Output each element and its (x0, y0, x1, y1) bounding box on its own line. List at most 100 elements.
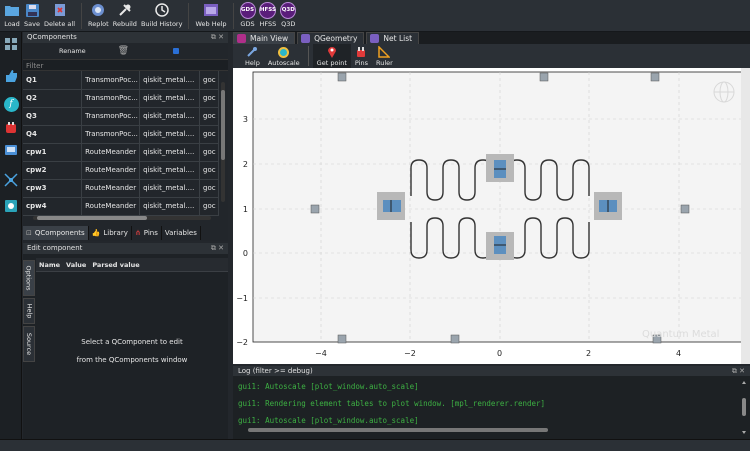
help-button[interactable]: Help (241, 44, 264, 68)
left-icon-rail: f (0, 32, 22, 439)
table-row[interactable]: cpw3 RouteMeander qiskit_metal.... goc (23, 179, 219, 198)
screenshot-icon[interactable] (3, 198, 19, 214)
cross-arrows-icon[interactable] (3, 172, 19, 188)
web-help-button[interactable]: Web Help (195, 0, 227, 32)
q3d-button[interactable]: Q3D Q3D (280, 0, 297, 32)
row-class: RouteMeander (81, 143, 141, 162)
autoscale-button[interactable]: Autoscale (264, 44, 304, 68)
table-row[interactable]: Q4 TransmonPoc... qiskit_metal.... goc (23, 125, 219, 144)
status-bar (0, 439, 750, 451)
layout-plot[interactable]: −4 −2 0 2 4 3 2 1 0 −1 −2 Quantum Metal (233, 68, 750, 364)
qubit-q1[interactable] (377, 192, 405, 220)
scrollbar-thumb[interactable] (37, 216, 147, 220)
thumbs-up-icon[interactable] (3, 68, 19, 84)
tab-source[interactable]: Source (23, 326, 35, 362)
history-icon (154, 2, 170, 18)
row-extra: goc (199, 197, 219, 216)
function-icon[interactable]: f (3, 96, 19, 112)
map-pin-icon (326, 46, 338, 58)
ruler-icon (378, 46, 391, 58)
tab-main-view[interactable]: Main View (233, 32, 296, 44)
y-tick-label: 2 (243, 160, 248, 169)
select-icon[interactable] (173, 48, 180, 54)
log-line: gui1: Autoscale [plot_window.auto_scale] (238, 382, 419, 391)
panel-float-close-icon[interactable]: ⧉ ✕ (732, 366, 745, 376)
tab-help[interactable]: Help (23, 298, 35, 324)
row-class: RouteMeander (81, 179, 141, 198)
qcomponents-toolbar: Rename 🗑 (23, 43, 228, 59)
delete-all-icon (52, 2, 68, 18)
table-horizontal-scrollbar[interactable] (33, 216, 211, 220)
pins-tab-icon: ⋔ (134, 229, 141, 237)
hfss-button[interactable]: HFSS HFSS (259, 0, 277, 32)
table-row[interactable]: cpw2 RouteMeander qiskit_metal.... goc (23, 161, 219, 180)
tab-library[interactable]: 👍 Library (89, 226, 132, 240)
scrollbar-thumb[interactable] (221, 90, 225, 160)
load-button[interactable]: Load (4, 0, 20, 32)
rebuild-button[interactable]: Rebuild (113, 0, 137, 32)
autoscale-label: Autoscale (267, 59, 300, 67)
gds-button[interactable]: GDS GDS (239, 0, 256, 32)
row-module: qiskit_metal.... (139, 143, 201, 162)
get-point-button[interactable]: Get point (312, 44, 351, 68)
rename-button[interactable]: Rename (59, 47, 86, 55)
x-tick-label: −4 (315, 349, 327, 358)
plot-toolbar: Help Autoscale Get point Pins Ruler (233, 44, 750, 68)
layers-icon[interactable] (3, 36, 19, 52)
plugin-icon[interactable] (3, 120, 19, 136)
row-module: qiskit_metal.... (139, 71, 201, 90)
qcomponents-tabbar: ⊡ QComponents 👍 Library ⋔ Pins Variables (23, 226, 228, 240)
tab-pins[interactable]: ⋔ Pins (132, 226, 162, 240)
tab-variables[interactable]: Variables (162, 226, 201, 240)
device-icon[interactable] (3, 142, 19, 158)
row-extra: goc (199, 89, 219, 108)
toolbar-separator (232, 3, 234, 29)
row-module: qiskit_metal.... (139, 107, 201, 126)
row-class: RouteMeander (81, 197, 141, 216)
x-tick-label: 4 (676, 349, 681, 358)
y-tick-label: −2 (236, 338, 248, 347)
table-row[interactable]: Q1 TransmonPoc... qiskit_metal.... goc (23, 71, 219, 90)
table-row[interactable]: Q2 TransmonPoc... qiskit_metal.... goc (23, 89, 219, 108)
panel-float-close-icon[interactable]: ⧉ ✕ (211, 243, 224, 254)
delete-all-button[interactable]: Delete all (44, 0, 75, 32)
log-vertical-scrollbar[interactable] (741, 380, 747, 435)
help-label: Help (245, 59, 260, 67)
qiskit-metal-gui: Load Save Delete all Replot Rebuild Buil… (0, 0, 750, 451)
row-name: cpw3 (23, 179, 83, 198)
row-name: cpw4 (23, 197, 83, 216)
log-horizontal-scrollbar[interactable] (248, 428, 548, 432)
replot-label: Replot (88, 20, 109, 28)
pins-button[interactable]: Pins (351, 44, 372, 68)
tab-label: Net List (383, 34, 413, 43)
tab-net-list[interactable]: Net List (366, 32, 420, 44)
layout-plot-canvas[interactable]: −4 −2 0 2 4 3 2 1 0 −1 −2 Quantum Metal (233, 68, 750, 364)
table-row[interactable]: Q3 TransmonPoc... qiskit_metal.... goc (23, 107, 219, 126)
main-toolbar: Load Save Delete all Replot Rebuild Buil… (0, 0, 750, 32)
toolbar-separator (81, 3, 83, 29)
qubit-q2[interactable] (486, 154, 514, 182)
replot-button[interactable]: Replot (88, 0, 109, 32)
ruler-button[interactable]: Ruler (372, 44, 397, 68)
tab-options[interactable]: Options (23, 260, 35, 296)
trash-icon[interactable]: 🗑 (118, 46, 129, 56)
tab-qcomponents[interactable]: ⊡ QComponents (23, 226, 89, 240)
q3d-icon: Q3D (280, 1, 297, 19)
qubit-q4[interactable] (486, 232, 514, 260)
save-label: Save (24, 20, 40, 28)
plot-vertical-scrollbar[interactable] (741, 68, 750, 364)
tab-label: Options (25, 265, 33, 291)
panel-float-close-icon[interactable]: ⧉ ✕ (211, 32, 224, 43)
table-row[interactable]: cpw4 RouteMeander qiskit_metal.... goc (23, 197, 219, 216)
column-value: Value (66, 261, 87, 269)
save-button[interactable]: Save (24, 0, 40, 32)
x-tick-label: 0 (497, 349, 502, 358)
filter-input[interactable]: Filter (23, 59, 228, 71)
table-vertical-scrollbar[interactable] (221, 82, 225, 202)
qubit-q3[interactable] (594, 192, 622, 220)
table-row[interactable]: cpw1 RouteMeander qiskit_metal.... goc (23, 143, 219, 162)
row-name: cpw2 (23, 161, 83, 180)
build-history-button[interactable]: Build History (141, 0, 182, 32)
tab-qgeometry[interactable]: QGeometry (297, 32, 365, 44)
toolbar-separator (307, 46, 309, 66)
